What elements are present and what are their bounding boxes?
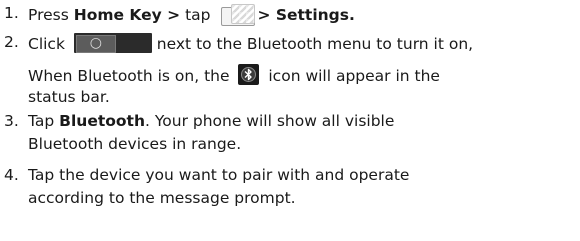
step-number: 1. [4, 4, 19, 22]
step-bold-home-key: Home Key > [73, 6, 181, 24]
step-text: Press Home Key > tap > Settings. [28, 4, 355, 26]
toggle-switch-icon: ○ [73, 33, 152, 53]
step-text: Tap the device you want to pair with and… [28, 166, 410, 184]
step-number: 4. [4, 166, 19, 184]
step-text-part: next to the Bluetooth menu to turn it on… [151, 35, 474, 53]
step-number: 2. [4, 33, 19, 51]
step-number: 3. [4, 112, 19, 130]
bluetooth-status-icon [238, 64, 260, 85]
app-launcher-icon [221, 4, 256, 26]
step-text: according to the message prompt. [28, 189, 296, 207]
step-bold-settings: > Settings. [257, 6, 355, 24]
step-text: Click ○ next to the Bluetooth menu to tu… [28, 33, 473, 53]
step-text: When Bluetooth is on, the icon will appe… [28, 64, 440, 85]
step-text: status bar. [28, 88, 110, 106]
step-text-part: . Your phone will show all visible [145, 112, 395, 130]
instructions-page: 1. Press Home Key > tap > Settings. 2. C… [0, 0, 580, 241]
step-text: Bluetooth devices in range. [28, 135, 242, 153]
step-text-part: Click [28, 35, 70, 53]
step-text-part: Tap [28, 112, 60, 130]
step-text-part: icon will appear in the [263, 67, 440, 85]
step-text: Tap Bluetooth. Your phone will show all … [28, 112, 394, 130]
step-bold-bluetooth: Bluetooth [59, 112, 145, 130]
step-text-part: Press [28, 6, 74, 24]
step-text-part: tap [180, 6, 216, 24]
step-text-part: When Bluetooth is on, the [28, 67, 235, 85]
